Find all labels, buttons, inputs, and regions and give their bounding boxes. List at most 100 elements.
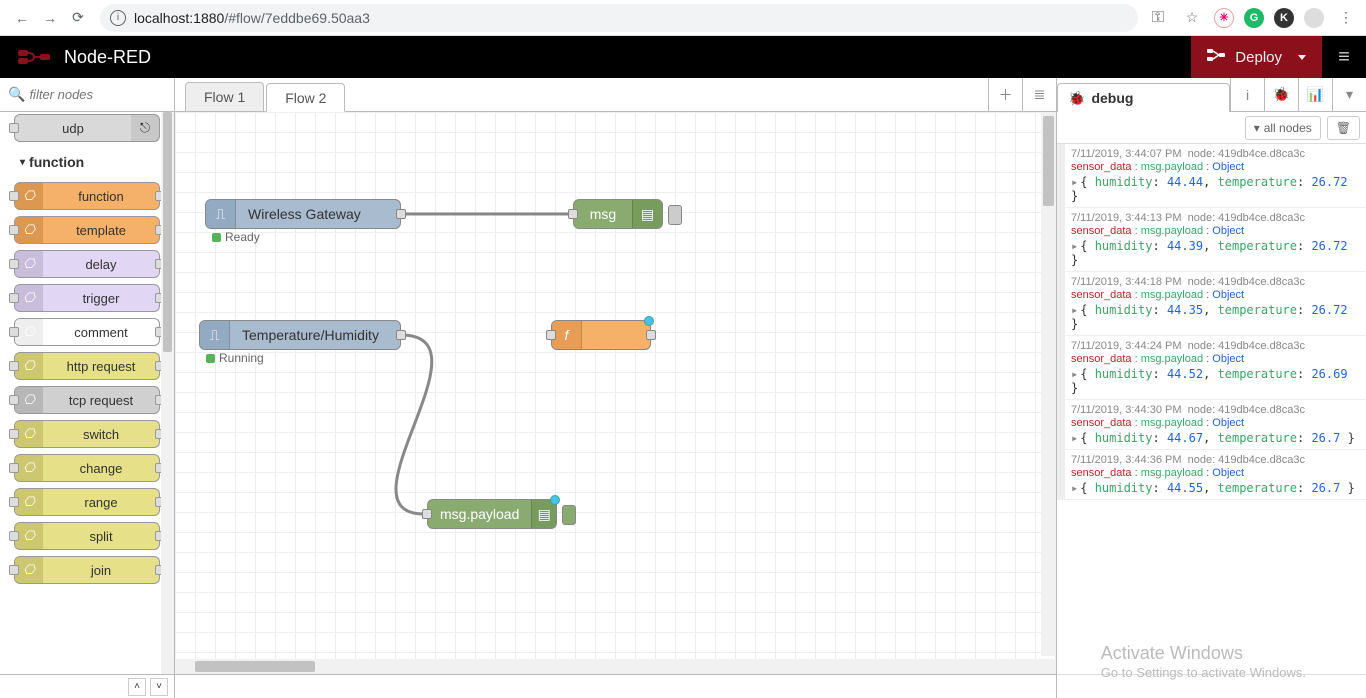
node-icon: ⎔ bbox=[15, 489, 43, 515]
menu-icon[interactable]: ⋮ bbox=[1334, 6, 1358, 30]
node-msg[interactable]: msg ▤ bbox=[573, 199, 663, 229]
debug-meta: 7/11/2019, 3:44:30 PM node: 419db4ce.d8c… bbox=[1071, 404, 1360, 416]
back-button[interactable]: ← bbox=[8, 4, 36, 32]
tab-flow2[interactable]: Flow 2 bbox=[266, 83, 345, 112]
info-icon: i bbox=[110, 10, 126, 26]
workspace-footer bbox=[175, 674, 1056, 698]
debug-meta: 7/11/2019, 3:44:36 PM node: 419db4ce.d8c… bbox=[1071, 454, 1360, 466]
filter-button[interactable]: ▾all nodes bbox=[1245, 116, 1321, 140]
extension-icon[interactable]: K bbox=[1274, 8, 1294, 28]
debug-payload[interactable]: ▸{ humidity: 44.35, temperature: 26.72 } bbox=[1071, 303, 1360, 331]
debug-message[interactable]: 7/11/2019, 3:44:07 PM node: 419db4ce.d8c… bbox=[1057, 144, 1366, 208]
palette-node-range[interactable]: ⎔range bbox=[14, 488, 160, 516]
deploy-icon bbox=[1207, 48, 1225, 66]
node-label: change bbox=[43, 461, 159, 476]
sidebar: 🐞 debug i 🐞 📊 ▾ ▾all nodes 🗑 Activate Wi… bbox=[1056, 78, 1366, 698]
caret-button[interactable]: ▾ bbox=[1332, 78, 1366, 111]
palette-node-comment[interactable]: ⎔comment bbox=[14, 318, 160, 346]
node-label: delay bbox=[43, 257, 159, 272]
output-port[interactable] bbox=[646, 330, 656, 340]
canvas-scrollbar-v[interactable] bbox=[1041, 112, 1056, 656]
address-bar[interactable]: i localhost:1880/#flow/7eddbe69.50aa3 bbox=[100, 4, 1138, 32]
node-msg-payload[interactable]: msg.payload ▤ bbox=[427, 499, 557, 529]
node-label: udp bbox=[15, 121, 131, 136]
node-label: Wireless Gateway bbox=[236, 206, 400, 222]
search-input[interactable] bbox=[29, 87, 207, 102]
palette-node-join[interactable]: ⎔join bbox=[14, 556, 160, 584]
clear-button[interactable]: 🗑 bbox=[1327, 116, 1360, 140]
debug-payload[interactable]: ▸{ humidity: 44.39, temperature: 26.72 } bbox=[1071, 239, 1360, 267]
node-icon: ⎔ bbox=[15, 353, 43, 379]
star-icon[interactable]: ☆ bbox=[1180, 6, 1204, 30]
palette-node-delay[interactable]: ⎔delay bbox=[14, 250, 160, 278]
deploy-button[interactable]: Deploy bbox=[1191, 36, 1322, 78]
node-label: function bbox=[43, 189, 159, 204]
chrome-right: ⚿ ☆ ✳ G K ⋮ bbox=[1146, 6, 1358, 30]
sidebar-footer bbox=[1057, 674, 1366, 698]
windows-watermark: Activate Windows Go to Settings to activ… bbox=[1101, 642, 1306, 674]
debug-meta: 7/11/2019, 3:44:18 PM node: 419db4ce.d8c… bbox=[1071, 276, 1360, 288]
node-function[interactable]: f bbox=[551, 320, 651, 350]
debug-message[interactable]: 7/11/2019, 3:44:18 PM node: 419db4ce.d8c… bbox=[1057, 272, 1366, 336]
debug-payload[interactable]: ▸{ humidity: 44.67, temperature: 26.7 } bbox=[1071, 431, 1360, 445]
node-label: msg bbox=[574, 206, 632, 222]
input-port[interactable] bbox=[568, 209, 578, 219]
flow-canvas[interactable]: ⎍ Wireless Gateway Ready msg ▤ ⎍ Tempera… bbox=[175, 112, 1056, 674]
node-icon: ⎔ bbox=[15, 387, 43, 413]
debug-message[interactable]: 7/11/2019, 3:44:30 PM node: 419db4ce.d8c… bbox=[1057, 400, 1366, 450]
canvas-scrollbar-h[interactable] bbox=[175, 659, 1056, 674]
input-port[interactable] bbox=[422, 509, 432, 519]
logo-icon bbox=[18, 48, 52, 66]
palette-node-tcp-request[interactable]: ⎔tcp request bbox=[14, 386, 160, 414]
add-flow-button[interactable]: ＋ bbox=[988, 78, 1022, 112]
node-status: Ready bbox=[212, 230, 260, 244]
debug-payload[interactable]: ▸{ humidity: 44.44, temperature: 26.72 } bbox=[1071, 175, 1360, 203]
node-label: range bbox=[43, 495, 159, 510]
tab-debug[interactable]: 🐞 debug bbox=[1057, 83, 1230, 112]
node-label: comment bbox=[43, 325, 159, 340]
debug-payload[interactable]: ▸{ humidity: 44.55, temperature: 26.7 } bbox=[1071, 481, 1360, 495]
debug-topic: sensor_data : msg.payload : Object bbox=[1071, 353, 1360, 365]
palette-category-function[interactable]: ▾ function bbox=[14, 148, 160, 176]
collapse-up-button[interactable]: ˄ bbox=[128, 678, 146, 696]
palette-node-template[interactable]: ⎔template bbox=[14, 216, 160, 244]
palette-node-function[interactable]: ⎔function bbox=[14, 182, 160, 210]
palette-scrollbar[interactable] bbox=[161, 112, 174, 674]
addr-port: 1880 bbox=[193, 10, 224, 26]
output-port[interactable] bbox=[396, 209, 406, 219]
category-label: function bbox=[29, 154, 84, 170]
palette-node-switch[interactable]: ⎔switch bbox=[14, 420, 160, 448]
node-wireless-gateway[interactable]: ⎍ Wireless Gateway Ready bbox=[205, 199, 401, 229]
key-icon[interactable]: ⚿ bbox=[1146, 6, 1170, 30]
menu-button[interactable]: ≡ bbox=[1322, 36, 1366, 78]
debug-tab-button[interactable]: 🐞 bbox=[1264, 78, 1298, 111]
extension-icon[interactable]: ✳ bbox=[1214, 8, 1234, 28]
palette-node-change[interactable]: ⎔change bbox=[14, 454, 160, 482]
collapse-down-button[interactable]: ˅ bbox=[150, 678, 168, 696]
avatar[interactable] bbox=[1304, 8, 1324, 28]
debug-topic: sensor_data : msg.payload : Object bbox=[1071, 289, 1360, 301]
node-label: switch bbox=[43, 427, 159, 442]
palette-node-http-request[interactable]: ⎔http request bbox=[14, 352, 160, 380]
list-flows-button[interactable]: ≣ bbox=[1022, 78, 1056, 112]
output-port[interactable] bbox=[396, 330, 406, 340]
debug-toggle[interactable] bbox=[668, 205, 682, 225]
forward-button[interactable]: → bbox=[36, 4, 64, 32]
chart-tab-button[interactable]: 📊 bbox=[1298, 78, 1332, 111]
debug-toggle[interactable] bbox=[562, 505, 576, 525]
pulse-icon: ⎍ bbox=[206, 200, 236, 228]
palette-node-trigger[interactable]: ⎔trigger bbox=[14, 284, 160, 312]
debug-payload[interactable]: ▸{ humidity: 44.52, temperature: 26.69 } bbox=[1071, 367, 1360, 395]
debug-message[interactable]: 7/11/2019, 3:44:24 PM node: 419db4ce.d8c… bbox=[1057, 336, 1366, 400]
debug-message[interactable]: 7/11/2019, 3:44:36 PM node: 419db4ce.d8c… bbox=[1057, 450, 1366, 500]
palette-node-udp[interactable]: udp ⎋ bbox=[14, 114, 160, 142]
info-tab-button[interactable]: i bbox=[1230, 78, 1264, 111]
palette-node-split[interactable]: ⎔split bbox=[14, 522, 160, 550]
debug-log[interactable]: Activate Windows Go to Settings to activ… bbox=[1057, 144, 1366, 674]
input-port[interactable] bbox=[546, 330, 556, 340]
extension-icon[interactable]: G bbox=[1244, 8, 1264, 28]
node-temperature-humidity[interactable]: ⎍ Temperature/Humidity Running bbox=[199, 320, 401, 350]
reload-button[interactable]: ⟳ bbox=[64, 4, 92, 32]
debug-message[interactable]: 7/11/2019, 3:44:13 PM node: 419db4ce.d8c… bbox=[1057, 208, 1366, 272]
trash-icon: 🗑 bbox=[1336, 121, 1351, 135]
